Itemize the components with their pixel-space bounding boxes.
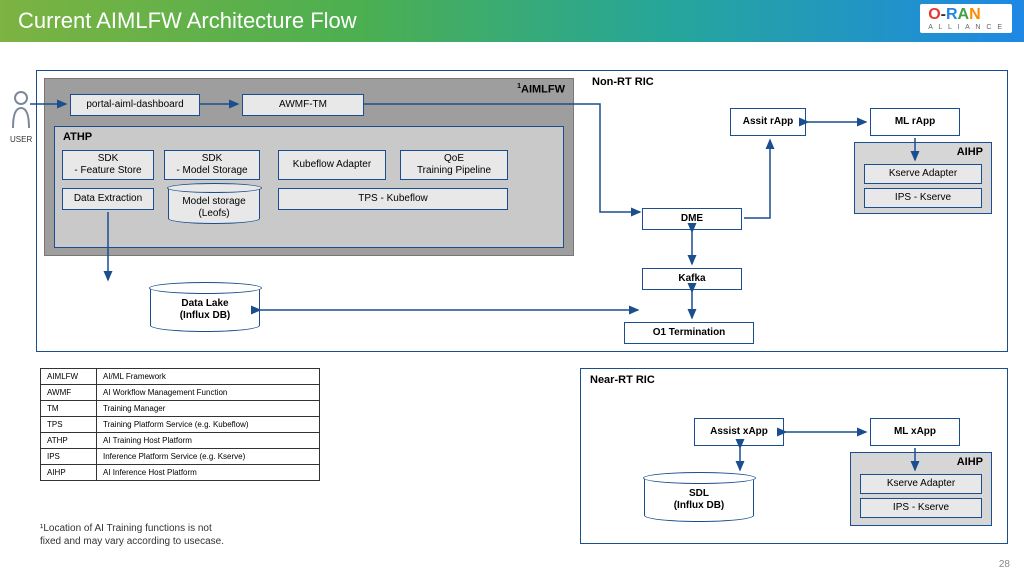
assist-rapp: Assit rApp xyxy=(730,108,806,136)
ips-nearrt: IPS - Kserve xyxy=(860,498,982,518)
oran-logo: O-RAN A L L I A N C E xyxy=(920,4,1012,33)
ml-rapp: ML rApp xyxy=(870,108,960,136)
qoe-box: QoE Training Pipeline xyxy=(400,150,508,180)
page-number: 28 xyxy=(999,559,1010,570)
tps-box: TPS - Kubeflow xyxy=(278,188,508,210)
nearrt-label: Near-RT RIC xyxy=(590,374,655,386)
slide-title: Current AIMLFW Architecture Flow xyxy=(0,0,1024,42)
sdk-ms: SDK - Model Storage xyxy=(164,150,260,180)
kafka-box: Kafka xyxy=(642,268,742,290)
glossary-table: AIMLFWAI/ML FrameworkAWMFAI Workflow Man… xyxy=(40,368,320,481)
kserve-adapter-nearrt: Kserve Adapter xyxy=(860,474,982,494)
ml-xapp: ML xApp xyxy=(870,418,960,446)
assist-xapp: Assist xApp xyxy=(694,418,784,446)
kserve-adapter-nonrt: Kserve Adapter xyxy=(864,164,982,184)
portal-box: portal-aiml-dashboard xyxy=(70,94,200,116)
sdl-cyl: SDL (Influx DB) xyxy=(644,478,754,522)
ips-nonrt: IPS - Kserve xyxy=(864,188,982,208)
nonrt-label: Non-RT RIC xyxy=(592,76,654,88)
dme-box: DME xyxy=(642,208,742,230)
sdk-fs: SDK - Feature Store xyxy=(62,150,154,180)
awmf-box: AWMF-TM xyxy=(242,94,364,116)
data-extraction: Data Extraction xyxy=(62,188,154,210)
diagram-canvas: USER 1AIMLFW portal-aiml-dashboard AWMF-… xyxy=(0,42,1024,576)
footnote: ¹Location of AI Training functions is no… xyxy=(40,522,224,548)
model-storage-cyl: Model storage (Leofs) xyxy=(168,188,260,224)
user-icon: USER xyxy=(10,90,32,144)
kubeflow-adapter: Kubeflow Adapter xyxy=(278,150,386,180)
o1-box: O1 Termination xyxy=(624,322,754,344)
datalake-cyl: Data Lake (Influx DB) xyxy=(150,288,260,332)
athp-panel: ATHP xyxy=(54,126,564,248)
